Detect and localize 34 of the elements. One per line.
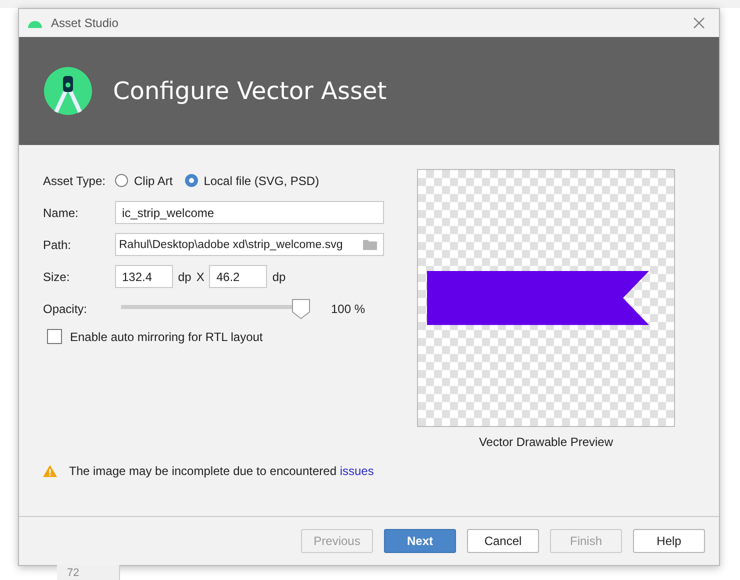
field-label: Path: bbox=[43, 238, 72, 252]
mirroring-checkbox-option[interactable]: Enable auto mirroring for RTL layout bbox=[47, 329, 384, 344]
dialog-button[interactable]: Help bbox=[633, 529, 705, 553]
preview-caption: Vector Drawable Preview bbox=[478, 435, 614, 449]
height-field[interactable]: 46.2 bbox=[209, 265, 268, 288]
dialog-button[interactable]: Cancel bbox=[467, 529, 539, 553]
field-label: Name: bbox=[43, 206, 80, 220]
window-title: Asset Studio bbox=[51, 16, 118, 30]
field-label: Size: bbox=[43, 270, 71, 284]
close-icon[interactable] bbox=[693, 17, 705, 29]
radio-button[interactable] bbox=[184, 174, 198, 187]
issues-link[interactable]: issues bbox=[340, 464, 374, 478]
field-label: Opacity: bbox=[43, 302, 88, 316]
radio-button[interactable] bbox=[115, 174, 128, 187]
warning-icon bbox=[43, 465, 57, 477]
dialog-heading: Configure Vector Asset bbox=[113, 77, 387, 105]
android-icon bbox=[27, 18, 43, 28]
path-field[interactable]: Rahul\Desktop\adobe xd\strip_welcome.svg bbox=[115, 233, 384, 256]
folder-icon[interactable] bbox=[363, 239, 377, 250]
warning-message: The image may be incomplete due to encountered issues bbox=[69, 464, 374, 478]
radio-option[interactable]: Local file (SVG, PSD) bbox=[184, 174, 320, 188]
dialog-button[interactable]: Next bbox=[384, 529, 456, 553]
android-studio-logo-icon bbox=[43, 66, 93, 116]
opacity-value: 100 % bbox=[331, 302, 366, 316]
unit-label: dp bbox=[272, 270, 286, 284]
slider-thumb[interactable] bbox=[292, 298, 310, 318]
line-number: 72 bbox=[67, 567, 80, 579]
field-label: Asset Type: bbox=[43, 174, 106, 188]
unit-label: dp bbox=[178, 270, 192, 284]
radio-option[interactable]: Clip Art bbox=[115, 174, 173, 188]
times-label: X bbox=[196, 270, 204, 284]
name-field[interactable]: ic_strip_welcome bbox=[115, 201, 384, 224]
checkbox[interactable] bbox=[47, 329, 62, 344]
width-field[interactable]: 132.4 bbox=[115, 265, 173, 288]
